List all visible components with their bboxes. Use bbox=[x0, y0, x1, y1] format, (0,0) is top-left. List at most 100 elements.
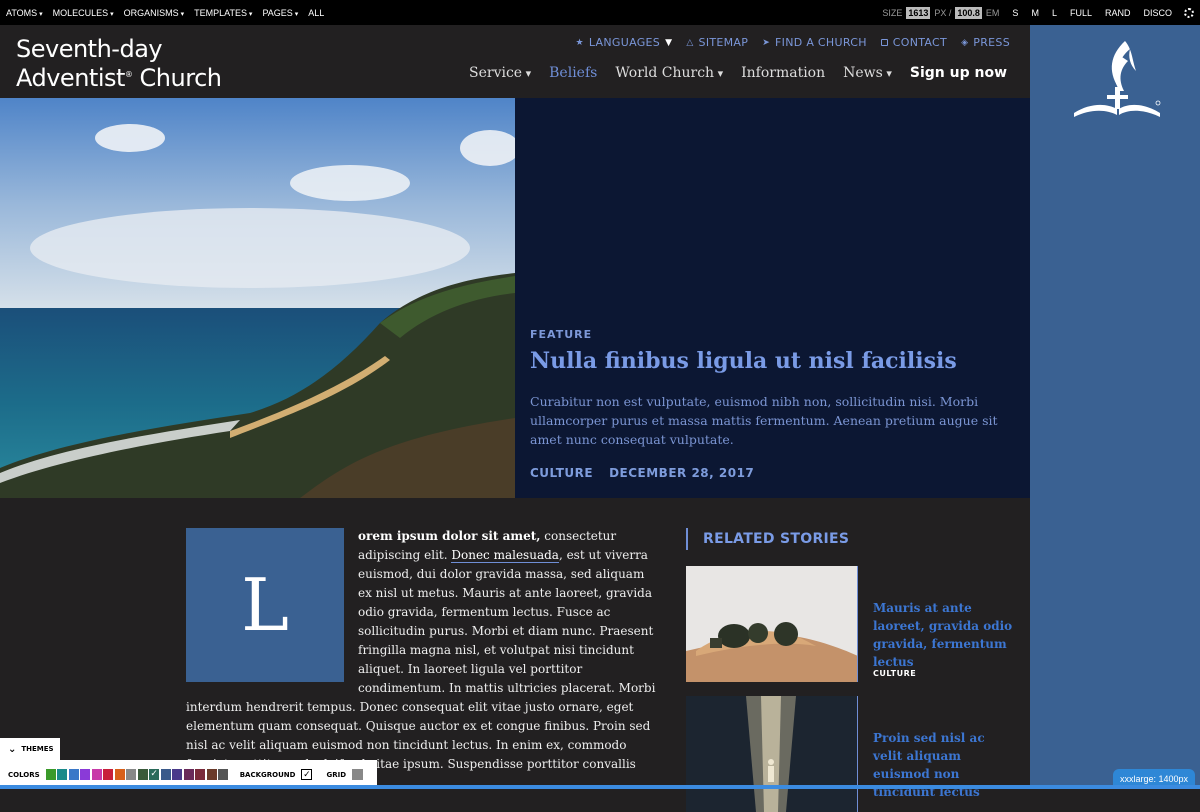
nav-information[interactable]: Information bbox=[741, 65, 825, 81]
article-inline-link[interactable]: Donec malesuada bbox=[451, 548, 559, 563]
star-icon: ★ bbox=[575, 37, 584, 48]
utility-find-a-church[interactable]: ➤ FIND A CHURCH bbox=[762, 36, 867, 49]
logo-word-church: Church bbox=[139, 64, 222, 92]
shield-icon: ◈ bbox=[961, 37, 969, 48]
background-checkbox[interactable]: ✓ bbox=[301, 769, 313, 780]
menu-templates[interactable]: TEMPLATES bbox=[194, 8, 252, 18]
px-input[interactable]: 1613 bbox=[906, 6, 931, 19]
pattern-menu: ATOMS MOLECULES ORGANISMS TEMPLATES PAGE… bbox=[6, 8, 324, 18]
hero-date: DECEMBER 28, 2017 bbox=[609, 466, 755, 480]
color-swatch[interactable] bbox=[91, 769, 102, 780]
menu-all[interactable]: ALL bbox=[308, 8, 324, 18]
logo-word-adventist: Adventist bbox=[16, 64, 125, 92]
color-swatch[interactable] bbox=[137, 769, 148, 780]
related-stories-heading: RELATED STORIES bbox=[686, 528, 1006, 550]
themes-label: THEMES bbox=[21, 745, 54, 753]
dropcap: L bbox=[186, 528, 344, 682]
color-swatch[interactable] bbox=[126, 769, 137, 780]
brand-sidebar bbox=[1030, 25, 1200, 789]
em-input[interactable]: 100.8 bbox=[955, 6, 982, 19]
sda-logo-icon[interactable] bbox=[1070, 37, 1165, 122]
utility-sitemap-label: SITEMAP bbox=[698, 36, 749, 49]
story-thumbnail[interactable] bbox=[686, 696, 858, 812]
utility-nav: ★ LANGUAGES ▼ △ SITEMAP ➤ FIND A CHURCH … bbox=[576, 36, 1011, 49]
menu-organisms[interactable]: ORGANISMS bbox=[124, 8, 184, 18]
article-body: L orem ipsum dolor sit amet, consectetur… bbox=[186, 527, 656, 793]
hero-category-link[interactable]: CULTURE bbox=[530, 466, 593, 480]
color-swatch[interactable] bbox=[195, 769, 206, 780]
registered-mark: ® bbox=[124, 70, 133, 79]
story-title[interactable]: Proin sed nisl ac velit aliquam euismod … bbox=[873, 729, 1013, 801]
color-swatch[interactable] bbox=[172, 769, 183, 780]
related-story[interactable]: Mauris at ante laoreet, gravida odio gra… bbox=[686, 566, 1026, 682]
site-header: Seventh-day Adventist® Church ★ LANGUAGE… bbox=[0, 25, 1030, 98]
color-swatch[interactable] bbox=[160, 769, 171, 780]
color-swatch[interactable] bbox=[68, 769, 79, 780]
hero-description: Curabitur non est vulputate, euismod nib… bbox=[530, 394, 998, 447]
utility-contact-label: CONTACT bbox=[892, 36, 948, 49]
utility-languages-label: LANGUAGES bbox=[588, 36, 661, 49]
color-swatch[interactable] bbox=[218, 769, 229, 780]
em-unit: EM bbox=[985, 7, 1000, 18]
logo-line-1: Seventh-day bbox=[16, 35, 163, 63]
nav-service[interactable]: Service bbox=[469, 65, 531, 81]
color-swatch[interactable] bbox=[80, 769, 91, 780]
logo-line-2: Adventist® Church bbox=[16, 62, 222, 92]
related-story[interactable]: Proin sed nisl ac velit aliquam euismod … bbox=[686, 696, 1026, 812]
size-l-button[interactable]: L bbox=[1052, 8, 1057, 18]
color-swatch[interactable] bbox=[114, 769, 125, 780]
hero-feature: FEATURE Nulla finibus ligula ut nisl fac… bbox=[0, 98, 1030, 498]
grid-label: GRID bbox=[326, 770, 347, 779]
gear-icon[interactable] bbox=[1184, 7, 1194, 18]
colors-label: COLORS bbox=[8, 770, 40, 779]
triangle-icon: △ bbox=[686, 37, 694, 48]
viewport-bottom-bar bbox=[0, 785, 1200, 789]
chat-icon bbox=[880, 39, 888, 46]
menu-pages[interactable]: PAGES bbox=[262, 8, 298, 18]
color-swatch[interactable]: ✓ bbox=[149, 769, 160, 780]
size-rand-button[interactable]: RAND bbox=[1105, 8, 1131, 18]
utility-sitemap[interactable]: △ SITEMAP bbox=[686, 36, 748, 49]
color-swatch[interactable] bbox=[183, 769, 194, 780]
site-logo[interactable]: Seventh-day Adventist® Church bbox=[16, 35, 222, 92]
utility-languages[interactable]: ★ LANGUAGES ▼ bbox=[576, 36, 673, 49]
nav-news[interactable]: News bbox=[843, 65, 892, 81]
pattern-lab-toolbar: ATOMS MOLECULES ORGANISMS TEMPLATES PAGE… bbox=[0, 0, 1200, 25]
color-swatch[interactable] bbox=[103, 769, 114, 780]
menu-atoms[interactable]: ATOMS bbox=[6, 8, 43, 18]
size-s-button[interactable]: S bbox=[1012, 8, 1018, 18]
utility-press-label: PRESS bbox=[973, 36, 1010, 49]
sign-up-button[interactable]: Sign up now bbox=[910, 65, 1007, 81]
color-swatch[interactable] bbox=[206, 769, 217, 780]
chevron-down-icon: ⌄ bbox=[8, 743, 17, 755]
location-icon: ➤ bbox=[762, 37, 771, 48]
hero-image[interactable] bbox=[0, 98, 515, 498]
color-swatch[interactable] bbox=[45, 769, 56, 780]
nav-world-church[interactable]: World Church bbox=[615, 65, 723, 81]
utility-contact[interactable]: CONTACT bbox=[880, 36, 948, 49]
main-nav: Service Beliefs World Church Information… bbox=[469, 65, 1007, 81]
hero-meta: CULTURE DECEMBER 28, 2017 bbox=[530, 466, 754, 480]
px-unit: PX / bbox=[934, 7, 952, 18]
utility-find-a-church-label: FIND A CHURCH bbox=[775, 36, 867, 49]
story-divider bbox=[857, 566, 858, 682]
story-category[interactable]: CULTURE bbox=[873, 669, 916, 678]
nav-beliefs[interactable]: Beliefs bbox=[549, 65, 597, 81]
size-full-button[interactable]: FULL bbox=[1070, 8, 1092, 18]
size-m-button[interactable]: M bbox=[1031, 8, 1039, 18]
story-thumbnail[interactable] bbox=[686, 566, 858, 682]
size-disco-button[interactable]: DISCO bbox=[1143, 8, 1172, 18]
grid-checkbox[interactable] bbox=[352, 769, 364, 780]
hero-kicker: FEATURE bbox=[530, 328, 593, 341]
hero-title[interactable]: Nulla finibus ligula ut nisl facilisis bbox=[530, 348, 1020, 374]
utility-press[interactable]: ◈ PRESS bbox=[961, 36, 1010, 49]
caret-down-icon: ▼ bbox=[665, 37, 673, 48]
article-lead: orem ipsum dolor sit amet, bbox=[358, 529, 541, 543]
themes-toggle[interactable]: ⌄ THEMES bbox=[0, 738, 60, 760]
menu-molecules[interactable]: MOLECULES bbox=[53, 8, 114, 18]
story-divider bbox=[857, 696, 858, 812]
size-controls: SIZE 1613 PX / 100.8 EM S M L FULL RAND … bbox=[882, 6, 1194, 19]
color-swatch[interactable] bbox=[57, 769, 68, 780]
story-title[interactable]: Mauris at ante laoreet, gravida odio gra… bbox=[873, 599, 1013, 671]
related-stories: RELATED STORIES Mauris at ante laoreet, … bbox=[686, 528, 1012, 812]
